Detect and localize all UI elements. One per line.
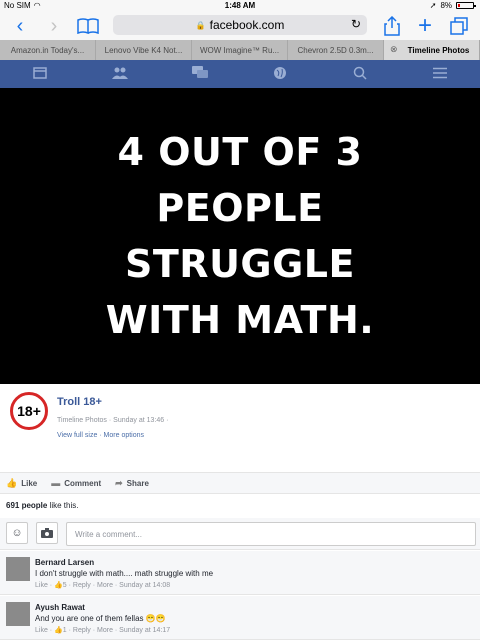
address-bar[interactable]: 🔒 facebook.com ↻ (113, 15, 367, 35)
tab-amazon[interactable]: Amazon.in Today's... (0, 40, 96, 60)
page-avatar[interactable]: 18+ (10, 392, 48, 430)
share-arrow-icon: ➦ (115, 477, 123, 488)
photo-text-line: WITH MATH. (105, 298, 375, 342)
location-icon: ➚ (429, 1, 437, 10)
page-name-link[interactable]: Troll 18+ (57, 396, 102, 408)
status-bar: No SIM ◠ 1:48 AM ➚ 8% (0, 0, 480, 12)
tab-chevron[interactable]: Chevron 2.5D 0.3m... (288, 40, 384, 60)
photo-text-line: PEOPLE (156, 186, 324, 230)
comment-text: I don't struggle with math.... math stru… (35, 569, 214, 578)
reload-icon[interactable]: ↻ (351, 17, 361, 31)
comment-placeholder: Write a comment... (75, 529, 142, 539)
comment-meta[interactable]: Like · 👍1 · Reply · More · Sunday at 14:… (35, 626, 170, 634)
battery-icon (456, 2, 476, 9)
page-avatar-label: 18+ (17, 403, 41, 419)
back-arrow-icon[interactable]: ‹ (10, 14, 30, 38)
tab-timeline-photos[interactable]: ⊗ Timeline Photos (384, 40, 480, 60)
bookmarks-icon[interactable] (76, 14, 100, 38)
browser-tabs: Amazon.in Today's... Lenovo Vibe K4 Not.… (0, 40, 480, 60)
menu-icon[interactable] (432, 66, 448, 82)
tab-timeline-photos-label: Timeline Photos (407, 45, 470, 55)
comment-input[interactable]: Write a comment... (66, 522, 476, 546)
browser-toolbar: ‹ › 🔒 facebook.com ↻ + (0, 12, 480, 40)
tabs-overview-icon[interactable] (448, 14, 470, 38)
likes-count: 691 people (6, 501, 48, 510)
tab-wow[interactable]: WOW Imagine™ Ru... (192, 40, 288, 60)
like-label: Like (21, 478, 38, 488)
new-tab-icon[interactable]: + (415, 12, 435, 39)
notifications-globe-icon[interactable] (272, 66, 288, 82)
post-meta: Timeline Photos · Sunday at 13:46 · (57, 417, 169, 424)
battery-percent: 8% (440, 1, 452, 10)
facebook-nav-bar (0, 60, 480, 88)
news-feed-icon[interactable] (32, 66, 48, 82)
search-icon[interactable] (352, 66, 368, 82)
avatar[interactable] (6, 602, 30, 626)
url-text: facebook.com (209, 18, 285, 32)
comment-icon: ▬ (51, 478, 61, 488)
comment-button[interactable]: ▬ Comment (51, 478, 101, 488)
avatar[interactable] (6, 557, 30, 581)
friends-icon[interactable] (112, 66, 128, 82)
messages-icon[interactable] (192, 66, 208, 82)
post-header: 18+ Troll 18+ Timeline Photos · Sunday a… (0, 384, 480, 472)
post-options-links[interactable]: View full size · More options (57, 432, 144, 439)
comment-author[interactable]: Ayush Rawat (35, 603, 85, 612)
comment-item: Ayush Rawat And you are one of them fell… (0, 596, 480, 640)
comment-author[interactable]: Bernard Larsen (35, 558, 94, 567)
photo-text-line: 4 OUT OF 3 (117, 130, 363, 174)
camera-icon[interactable] (36, 522, 58, 544)
emoji-icon[interactable]: ☺ (6, 522, 28, 544)
like-button[interactable]: 👍 Like (6, 478, 37, 489)
clock: 1:48 AM (224, 1, 256, 10)
comment-meta[interactable]: Like · 👍5 · Reply · More · Sunday at 14:… (35, 581, 170, 589)
photo-text: 4 OUT OF 3 PEOPLE STRUGGLE WITH MATH. (20, 124, 460, 348)
share-button[interactable]: ➦ Share (115, 478, 149, 489)
thumbs-up-icon: 👍 (6, 477, 18, 488)
lock-icon: 🔒 (195, 20, 206, 30)
post-actions: 👍 Like ▬ Comment ➦ Share (0, 472, 480, 494)
likes-summary[interactable]: 691 people like this. (6, 501, 78, 510)
likes-suffix: like this. (47, 501, 79, 510)
post-photo[interactable]: 4 OUT OF 3 PEOPLE STRUGGLE WITH MATH. (0, 88, 480, 384)
close-tab-icon[interactable]: ⊗ (390, 44, 398, 55)
comment-item: Bernard Larsen I don't struggle with mat… (0, 551, 480, 595)
comment-text: And you are one of them fellas 😁😁 (35, 614, 166, 623)
share-label: Share (126, 478, 149, 488)
tab-lenovo[interactable]: Lenovo Vibe K4 Not... (96, 40, 192, 60)
photo-text-line: STRUGGLE (125, 242, 355, 286)
comment-label: Comment (64, 478, 102, 488)
share-icon[interactable] (382, 14, 402, 38)
comment-composer: ☺ Write a comment... (0, 518, 480, 550)
forward-arrow-icon[interactable]: › (44, 14, 64, 38)
